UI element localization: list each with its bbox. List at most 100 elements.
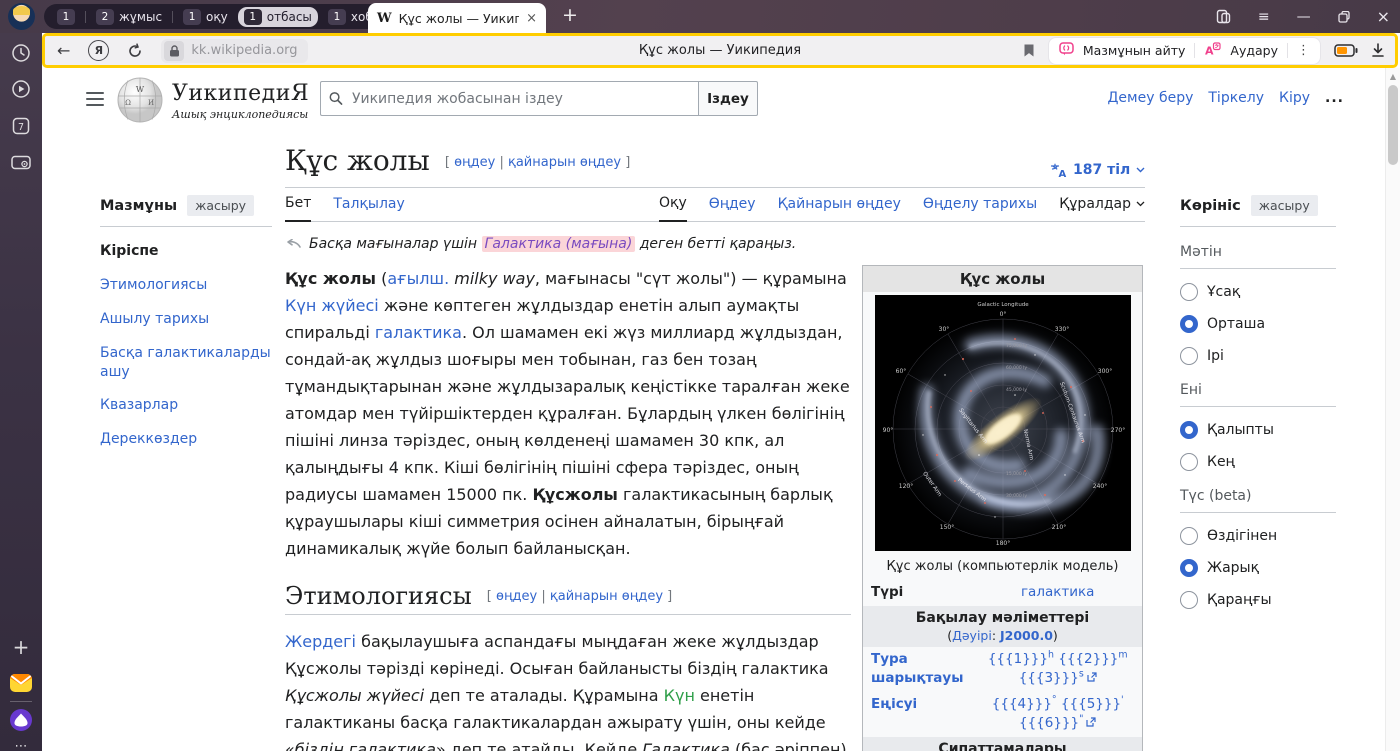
tab-close-icon[interactable]: × — [526, 11, 537, 26]
scroll-up-arrow[interactable]: ▲ — [1386, 72, 1400, 81]
paragraph-2[interactable]: Жердегі бақылаушыға аспандағы мыңдаған ж… — [285, 628, 851, 751]
read-aloud-icon[interactable] — [1059, 41, 1074, 60]
toc-item-other-galaxies[interactable]: Басқа галактикаларды ашу — [100, 344, 272, 382]
radio-icon[interactable] — [1180, 347, 1198, 365]
hatnote: Басқа мағыналар үшін Галактика (мағына) … — [285, 236, 851, 252]
tab-group-work[interactable]: 2 жұмыс — [90, 7, 168, 27]
ra-value[interactable]: {{{1}}}h {{{2}}}m {{{3}}}s — [988, 651, 1128, 687]
tab-strip: 1 2 жұмыс 1 оқу 1 отбасы 1 хобби — [0, 0, 1400, 33]
hatnote-text[interactable]: Басқа мағыналар үшін Галактика (мағына) … — [309, 236, 796, 252]
tab-group-badge: 1 — [57, 9, 75, 25]
tab-group-family-selected[interactable]: 1 отбасы — [238, 7, 318, 27]
ra-label-link[interactable]: Тура шарықтауы — [871, 651, 963, 687]
translate-icon[interactable]: A — [1204, 41, 1221, 60]
refresh-icon[interactable] — [127, 43, 143, 59]
radio-width-standard[interactable]: Қалыпты — [1180, 421, 1336, 439]
radio-icon[interactable] — [1180, 421, 1198, 439]
wikipedia-wordmark[interactable]: УикипедиЯ Ашық энциклопедиясы — [172, 81, 309, 121]
search-box[interactable] — [320, 81, 698, 116]
radio-icon[interactable] — [1180, 283, 1198, 301]
toc-item-intro[interactable]: Кіріспе — [100, 242, 272, 261]
paragraph-1[interactable]: Құс жолы (ағылш. milky way, мағынасы "сү… — [285, 265, 851, 562]
donate-link[interactable]: Демеу беру — [1107, 90, 1193, 106]
toc-item-etymology[interactable]: Этимологиясы — [100, 276, 272, 295]
alice-assistant-icon[interactable] — [0, 707, 42, 733]
tab-talk[interactable]: Талқылау — [333, 196, 404, 221]
toc-item-references[interactable]: Дереккөздер — [100, 430, 272, 449]
profile-avatar[interactable] — [8, 3, 35, 30]
tab-edit[interactable]: Өңдеу — [709, 196, 756, 221]
dec-value[interactable]: {{{4}}}° {{{5}}}' {{{6}}}" — [992, 696, 1124, 732]
toc-item-discovery[interactable]: Ашылу тарихы — [100, 310, 272, 329]
radio-icon[interactable] — [1180, 591, 1198, 609]
search-input[interactable] — [350, 90, 690, 108]
search-button[interactable]: Іздеу — [698, 81, 758, 116]
login-link[interactable]: Кіру — [1279, 90, 1310, 106]
toc-hide-button[interactable]: жасыру — [187, 195, 254, 216]
active-tab[interactable]: W Құс жолы — Уикипеди × — [368, 3, 546, 33]
register-link[interactable]: Тіркелу — [1208, 90, 1264, 106]
external-link-icon[interactable] — [1086, 714, 1096, 734]
tab-counter-icon[interactable]: 7 — [0, 116, 42, 136]
radio-text-small[interactable]: Ұсақ — [1180, 283, 1336, 301]
bookmark-icon[interactable] — [1023, 43, 1035, 58]
back-button[interactable]: ← — [57, 41, 70, 60]
yandex-home-icon[interactable]: Я — [88, 40, 109, 61]
tab-groups: 1 2 жұмыс 1 оқу 1 отбасы 1 хобби — [44, 4, 415, 29]
radio-icon[interactable] — [1180, 315, 1198, 333]
main-menu-icon[interactable] — [86, 92, 104, 106]
radio-icon[interactable] — [1180, 559, 1198, 577]
yandex-mail-icon[interactable] — [0, 671, 42, 695]
radio-icon[interactable] — [1180, 453, 1198, 471]
radio-width-wide[interactable]: Кең — [1180, 453, 1336, 471]
close-window-button[interactable]: × — [1377, 7, 1390, 26]
tab-read[interactable]: Оқу — [659, 195, 687, 222]
downloads-icon[interactable] — [1371, 43, 1385, 58]
browser-menu-icon[interactable]: ≡ — [1258, 9, 1270, 25]
new-tab-button[interactable]: + — [556, 2, 584, 28]
tab-history[interactable]: Өңделу тарихы — [923, 196, 1037, 221]
language-selector[interactable]: A 187 тіл — [1050, 162, 1145, 178]
radio-color-light[interactable]: Жарық — [1180, 559, 1336, 577]
dec-label-link[interactable]: Еңісуі — [871, 696, 917, 712]
translate-button[interactable]: Аудару — [1230, 43, 1278, 58]
read-aloud-button[interactable]: Мазмұнын айту — [1083, 43, 1186, 58]
galaxy-image[interactable]: Galactic Longitude 0° 30° 60° 90° 120° 1… — [863, 292, 1142, 551]
epoch-line[interactable]: (Дәуірі: J2000.0) — [867, 628, 1138, 643]
galaxy-link[interactable]: галактика — [1021, 584, 1095, 600]
radio-color-auto[interactable]: Өздігінен — [1180, 527, 1336, 545]
appearance-title: Көрініс — [1180, 198, 1241, 214]
radio-icon[interactable] — [1180, 527, 1198, 545]
wikipedia-logo[interactable]: W Ω И — [116, 76, 164, 124]
page-actions-more-icon[interactable]: ⋮ — [1297, 43, 1310, 58]
side-panel-icon[interactable] — [1216, 9, 1231, 24]
minimize-button[interactable]: — — [1297, 9, 1311, 25]
tab-tools[interactable]: Құралдар — [1059, 196, 1145, 221]
sidebar-more-icon[interactable]: ⋯ — [0, 739, 42, 751]
video-icon[interactable] — [0, 79, 42, 99]
article-title-block: Құс жолы [ өңдеу | қайнарын өңдеу ] — [285, 144, 1145, 188]
scrollbar-thumb[interactable] — [1388, 85, 1398, 165]
history-icon[interactable] — [0, 43, 42, 63]
battery-icon[interactable] — [1334, 44, 1358, 57]
section-edit-links[interactable]: [ өңдеу | қайнарын өңдеу ] — [487, 589, 672, 604]
radio-label: Қалыпты — [1207, 422, 1274, 438]
sidebar-add-icon[interactable]: + — [0, 635, 42, 659]
restore-button[interactable] — [1338, 11, 1350, 23]
radio-color-dark[interactable]: Қараңғы — [1180, 591, 1336, 609]
tab-group-study[interactable]: 1 оқу — [177, 7, 234, 27]
header-more-icon[interactable]: ... — [1325, 90, 1344, 106]
tab-page[interactable]: Бет — [285, 195, 311, 222]
radio-text-large[interactable]: Ірі — [1180, 347, 1336, 365]
title-edit-links[interactable]: [ өңдеу | қайнарын өңдеу ] — [445, 155, 630, 170]
page-scrollbar[interactable]: ▲ — [1385, 68, 1400, 751]
appearance-hide-button[interactable]: жасыру — [1251, 195, 1318, 216]
tab-edit-source[interactable]: Қайнарын өңдеу — [778, 196, 901, 221]
toc-item-quasars[interactable]: Квазарлар — [100, 396, 272, 415]
lock-icon[interactable] — [164, 41, 184, 61]
radio-text-standard[interactable]: Орташа — [1180, 315, 1336, 333]
tab-group-1[interactable]: 1 — [51, 7, 81, 27]
url-field[interactable]: kk.wikipedia.org — [161, 39, 307, 63]
external-link-icon[interactable] — [1087, 669, 1097, 689]
screencast-icon[interactable] — [0, 153, 42, 173]
